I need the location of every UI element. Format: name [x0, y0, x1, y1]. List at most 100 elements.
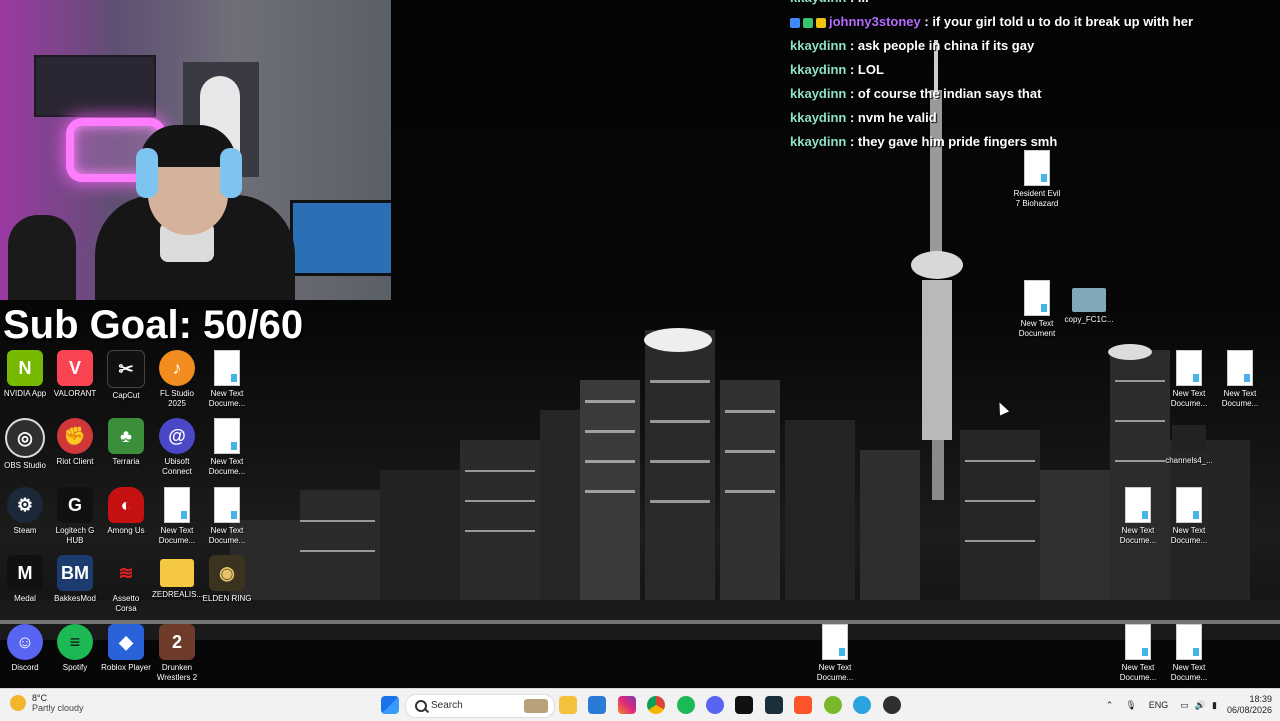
desktop-icon-text-document[interactable]: New Text Docume... — [152, 487, 202, 546]
desktop-icon-valorant[interactable]: V VALORANT — [50, 350, 100, 399]
dc-icon[interactable] — [735, 696, 753, 714]
desktop-icon-among-us[interactable]: ◐ Among Us — [101, 487, 151, 536]
ubisoft-icon: @ — [159, 418, 195, 454]
headphone-left — [136, 148, 158, 198]
desktop-icon-text-document[interactable]: New Text Docume... — [1113, 487, 1163, 546]
microphone-icon[interactable]: 🎙 — [1125, 700, 1136, 711]
chat-username: kkaydinn — [790, 38, 847, 53]
desktop-icon-text-document[interactable]: New Text Docume... — [1215, 350, 1265, 409]
desktop-icon-text-document[interactable]: New Text Docume... — [1164, 487, 1214, 546]
search-highlight-image — [524, 699, 548, 713]
skateboards — [8, 215, 76, 300]
chat-message: : LOL — [849, 62, 884, 77]
desktop-icon-assetto-corsa[interactable]: ≋ Assetto Corsa — [101, 555, 151, 614]
chat-overlay: kkaydinn : ... johnny3stoney : if your g… — [790, 0, 1270, 154]
spotify-icon[interactable] — [677, 696, 695, 714]
desktop-icon-text-document[interactable]: New Text Document — [1012, 280, 1062, 339]
desktop-icon-text-document[interactable]: New Text Docume... — [202, 487, 252, 546]
desktop-icon-capcut[interactable]: ✂ CapCut — [101, 350, 151, 401]
webcam-overlay — [0, 0, 391, 300]
brave-icon[interactable] — [794, 696, 812, 714]
bakkesmod-icon: BM — [57, 555, 93, 591]
text-document-icon — [1176, 624, 1202, 660]
desktop-icon-text-document[interactable]: New Text Docume... — [1164, 350, 1214, 409]
text-document-icon — [214, 487, 240, 523]
chat-message: : they gave him pride fingers smh — [849, 134, 1058, 149]
desktop-icon-terraria[interactable]: ♣ Terraria — [101, 418, 151, 467]
drunken-wrestlers-icon: 2 — [159, 624, 195, 660]
chevron-up-icon[interactable]: ⌃ — [1106, 700, 1114, 711]
discord-icon[interactable] — [706, 696, 724, 714]
crown-badge-icon — [816, 17, 826, 28]
volume-icon[interactable]: 🔊 — [1195, 700, 1206, 711]
desktop-icon-zedrealis-folder[interactable]: ZEDREALIS... — [152, 555, 203, 600]
weather-widget[interactable]: 8°C Partly cloudy — [10, 693, 84, 713]
chat-message: : nvm he valid — [849, 110, 937, 125]
instagram-icon[interactable] — [618, 696, 636, 714]
desktop-icon-ubisoft-connect[interactable]: @ Ubisoft Connect — [152, 418, 202, 477]
desktop-icon-drunken-wrestlers-2[interactable]: 2 Drunken Wrestlers 2 — [152, 624, 202, 683]
desktop-icon-nvidia-app[interactable]: N NVIDIA App — [0, 350, 50, 399]
chat-line: kkaydinn : ... — [790, 0, 1270, 10]
folder-icon — [160, 559, 194, 587]
desktop-icon-text-document[interactable]: New Text Docume... — [810, 624, 860, 683]
network-icon[interactable]: ▭ — [1180, 700, 1189, 711]
desktop-icon-text-document[interactable]: New Text Docume... — [1113, 624, 1163, 683]
v-icon[interactable] — [765, 696, 783, 714]
taskbar-search[interactable]: Search — [405, 694, 555, 718]
battery-icon[interactable]: ▮ — [1212, 700, 1217, 711]
desktop-icon-obs-studio[interactable]: ◎ OBS Studio — [0, 418, 50, 471]
desktop-icon-copy-fc1c[interactable]: copy_FC1C... — [1064, 288, 1114, 325]
language-indicator[interactable]: ENG — [1149, 700, 1169, 710]
desktop-icon-fl-studio[interactable]: ♪ FL Studio 2025 — [152, 350, 202, 409]
search-placeholder: Search — [431, 700, 463, 711]
desktop-icon-resident-evil-7[interactable]: Resident Evil 7 Biohazard — [1012, 150, 1062, 209]
desktop-icon-medal[interactable]: M Medal — [0, 555, 50, 604]
desktop-icon-text-document[interactable]: New Text Docume... — [202, 418, 252, 477]
desktop-icon-channels4[interactable]: channels4_... — [1164, 425, 1214, 466]
background-monitor — [290, 200, 391, 276]
desktop-icon-text-document[interactable]: New Text Docume... — [1164, 624, 1214, 683]
weather-temperature: 8°C — [32, 693, 48, 703]
clock-date: 06/08/2026 — [1226, 705, 1272, 715]
chat-username: kkaydinn — [790, 62, 847, 77]
sub-goal-text: Sub Goal: 50/60 — [3, 303, 304, 347]
desktop-icon-bakkesmod[interactable]: BM BakkesMod — [50, 555, 100, 604]
chat-username: kkaydinn — [790, 134, 847, 149]
text-document-icon — [214, 350, 240, 386]
clock[interactable]: 18:39 06/08/2026 — [1227, 694, 1272, 716]
file-explorer-icon[interactable] — [559, 696, 577, 714]
obs-icon[interactable] — [883, 696, 901, 714]
wall-picture — [34, 55, 156, 117]
desktop-icon-discord[interactable]: ☺ Discord — [0, 624, 50, 673]
chrome-icon[interactable] — [647, 696, 665, 714]
nvidia-icon: N — [7, 350, 43, 386]
chat-username: johnny3stoney — [829, 14, 921, 29]
desktop-icon-logitech-g-hub[interactable]: G Logitech G HUB — [50, 487, 100, 546]
capcut-icon: ✂ — [107, 350, 145, 388]
desktop-icon-riot-client[interactable]: ✊ Riot Client — [50, 418, 100, 467]
text-document-icon — [164, 487, 190, 523]
desktop-icon-elden-ring[interactable]: ◉ ELDEN RING — [202, 555, 252, 604]
microsoft-store-icon[interactable] — [588, 696, 606, 714]
text-document-icon — [214, 418, 240, 454]
start-icon[interactable] — [381, 696, 399, 714]
desktop-icon-spotify[interactable]: ≡ Spotify — [50, 624, 100, 673]
desktop-icon-text-document[interactable]: New Text Docume... — [202, 350, 252, 409]
text-document-icon — [1125, 487, 1151, 523]
among-us-icon: ◐ — [108, 487, 144, 523]
telegram-icon[interactable] — [853, 696, 871, 714]
utorrent-icon[interactable] — [824, 696, 842, 714]
bits-badge-icon — [803, 17, 813, 28]
chat-username: kkaydinn — [790, 86, 847, 101]
headphone-right — [220, 148, 242, 198]
discord-icon: ☺ — [7, 624, 43, 660]
desktop-icon-roblox-player[interactable]: ◆ Roblox Player — [101, 624, 151, 673]
chat-username: kkaydinn — [790, 110, 847, 125]
desktop-icon-steam[interactable]: ⚙ Steam — [0, 487, 50, 536]
medal-icon: M — [7, 555, 43, 591]
chat-line: kkaydinn : ask people in china if its ga… — [790, 34, 1270, 58]
text-document-icon — [1125, 624, 1151, 660]
riot-client-icon: ✊ — [57, 418, 93, 454]
system-tray: ⌃ 🎙 ENG ▭ 🔊 ▮ 18:39 06/08/2026 — [1106, 691, 1272, 719]
